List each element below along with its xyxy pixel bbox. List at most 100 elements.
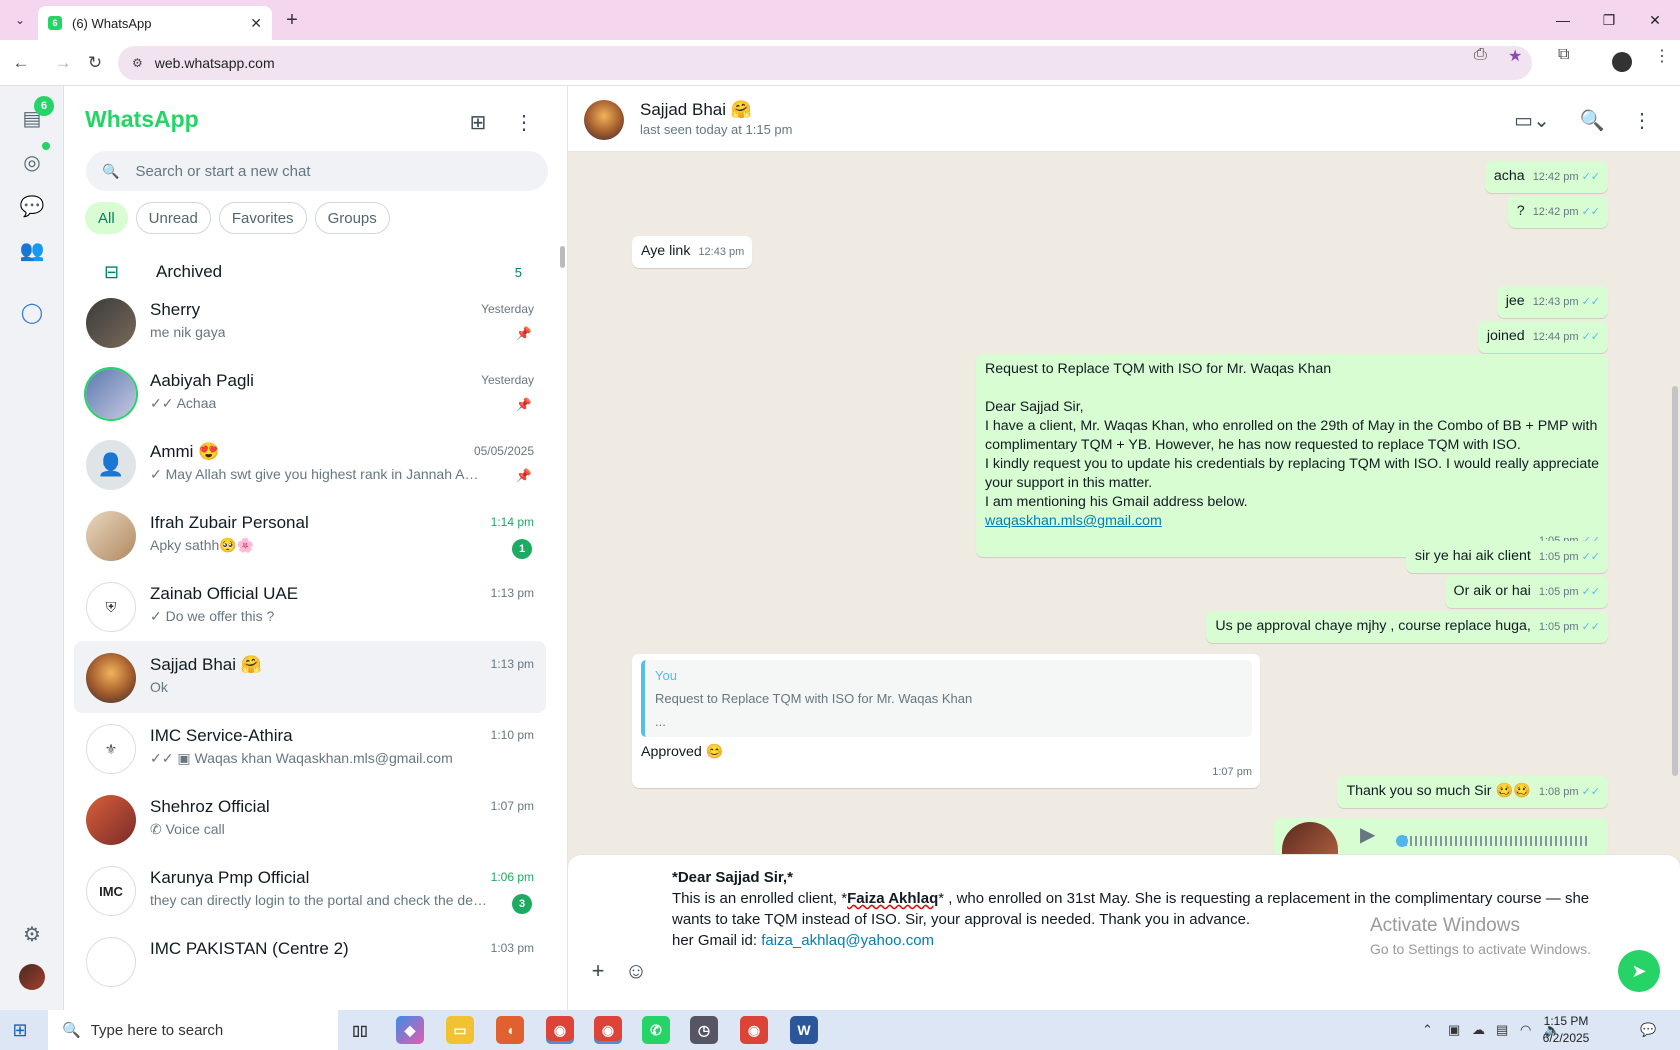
chat-item[interactable]: ⚜ IMC Service-Athira 1:10 pm ✓✓ ▣ Waqas … xyxy=(74,712,546,784)
email-link[interactable]: waqaskhan.mls@gmail.com xyxy=(985,513,1162,529)
chat-item[interactable]: Ifrah Zubair Personal 1:14 pm Apky sathh… xyxy=(74,499,546,571)
filter-favorites[interactable]: Favorites xyxy=(218,202,307,234)
new-tab-button[interactable]: + xyxy=(280,8,304,32)
chat-item[interactable]: IMC PAKISTAN (Centre 2) 1:03 pm xyxy=(74,925,546,997)
window-maximize-button[interactable]: ❐ xyxy=(1586,6,1632,34)
voice-waveform[interactable] xyxy=(1400,836,1590,846)
chrome-icon[interactable]: ◉ xyxy=(594,1016,622,1044)
chat-item[interactable]: ⛨ Zainab Official UAE 1:13 pm ✓ Do we of… xyxy=(74,570,546,642)
new-chat-icon[interactable]: ⊞ xyxy=(464,108,492,136)
notifications-icon[interactable]: 💬 xyxy=(1640,1022,1656,1038)
file-explorer-icon[interactable]: ▭ xyxy=(446,1016,474,1044)
tab-search-chevron-icon[interactable]: ⌄ xyxy=(8,8,32,32)
message-out[interactable]: ? 12:42 pm ✓✓ xyxy=(1507,196,1608,228)
message-out[interactable]: acha 12:42 pm ✓✓ xyxy=(1484,161,1608,193)
tray-app-icon[interactable]: ▤ xyxy=(1496,1022,1508,1038)
site-info-icon[interactable]: ⚙ xyxy=(132,56,143,70)
tray-chevron-icon[interactable]: ⌃ xyxy=(1422,1022,1433,1038)
clock-app-icon[interactable]: ◷ xyxy=(690,1016,718,1044)
communities-icon[interactable]: 👥 xyxy=(16,234,48,266)
message-out-long[interactable]: Request to Replace TQM with ISO for Mr. … xyxy=(976,354,1608,557)
url-field[interactable]: ⚙ web.whatsapp.com xyxy=(118,46,1532,80)
chats-unread-badge: 6 xyxy=(34,96,54,116)
contact-name[interactable]: Sajjad Bhai 🤗 xyxy=(640,100,752,120)
status-new-dot xyxy=(42,142,50,150)
chat-name: Ammi 😍 xyxy=(150,442,220,461)
copilot-icon[interactable]: ◆ xyxy=(396,1016,424,1044)
settings-icon[interactable]: ⚙ xyxy=(16,918,48,950)
window-close-button[interactable]: ✕ xyxy=(1632,6,1678,34)
chat-item[interactable]: IMC Karunya Pmp Official 1:06 pm they ca… xyxy=(74,854,546,926)
search-input[interactable]: 🔍 Search or start a new chat xyxy=(86,151,548,191)
chat-item-selected[interactable]: Sajjad Bhai 🤗 1:13 pm Ok xyxy=(74,641,546,713)
install-app-icon[interactable]: ⎙ xyxy=(1474,46,1487,64)
message-in-reply[interactable]: You Request to Replace TQM with ISO for … xyxy=(632,654,1260,788)
message-out[interactable]: Thank you so much Sir 🥴🥴 1:08 pm ✓✓ xyxy=(1337,776,1608,808)
back-button[interactable]: ← xyxy=(8,50,34,76)
play-icon[interactable]: ▶ xyxy=(1360,825,1375,845)
menu-icon[interactable]: ⋮ xyxy=(1628,106,1656,134)
filter-all[interactable]: All xyxy=(85,202,128,234)
filter-chips: All Unread Favorites Groups xyxy=(85,202,390,234)
quoted-message[interactable]: You Request to Replace TQM with ISO for … xyxy=(641,660,1252,737)
search-icon: 🔍 xyxy=(102,162,120,179)
whatsapp-icon[interactable]: ✆ xyxy=(642,1016,670,1044)
profile-avatar[interactable] xyxy=(1612,52,1632,72)
message-out[interactable]: sir ye hai aik client 1:05 pm ✓✓ xyxy=(1405,541,1608,573)
app-icon[interactable]: ◖ xyxy=(496,1016,524,1044)
chat-item[interactable]: Aabiyah Pagli Yesterday ✓✓ Achaa 📌 xyxy=(74,357,546,429)
filter-unread[interactable]: Unread xyxy=(135,202,211,234)
browser-menu-icon[interactable]: ⋮ xyxy=(1654,46,1670,66)
message-line: I have a client, Mr. Waqas Khan, who enr… xyxy=(985,418,1598,453)
windows-start-icon[interactable]: ⊞ xyxy=(10,1020,30,1040)
send-button[interactable]: ➤ xyxy=(1618,950,1660,992)
chrome-icon[interactable]: ◉ xyxy=(740,1016,768,1044)
word-icon[interactable]: W xyxy=(790,1016,818,1044)
menu-icon[interactable]: ⋮ xyxy=(510,108,538,136)
message-out[interactable]: jee 12:43 pm ✓✓ xyxy=(1496,286,1608,318)
contact-avatar[interactable] xyxy=(584,100,624,140)
channels-icon[interactable]: 💬 xyxy=(16,190,48,222)
voice-seek-handle[interactable] xyxy=(1396,835,1408,847)
message-line: I am mentioning his Gmail address below. xyxy=(985,494,1248,510)
message-out[interactable]: joined 12:44 pm ✓✓ xyxy=(1477,321,1608,353)
meta-ai-icon[interactable]: ◯ xyxy=(16,296,48,328)
tray-app-icon[interactable]: ▣ xyxy=(1448,1022,1460,1038)
archived-count: 5 xyxy=(514,264,522,280)
message-out[interactable]: Or aik or hai 1:05 pm ✓✓ xyxy=(1444,576,1608,608)
window-minimize-button[interactable]: — xyxy=(1540,6,1586,34)
search-icon[interactable]: 🔍 xyxy=(1578,106,1606,134)
task-view-icon[interactable]: ▯▯ xyxy=(346,1016,374,1044)
chrome-icon[interactable]: ◉ xyxy=(546,1016,574,1044)
reload-button[interactable]: ↻ xyxy=(82,50,108,76)
sticker-icon[interactable]: ☺ xyxy=(620,955,652,987)
voice-message[interactable]: ▶ xyxy=(1274,818,1608,862)
chat-time: 1:13 pm xyxy=(490,586,534,600)
extensions-icon[interactable]: ⧉ xyxy=(1558,46,1569,64)
chat-item[interactable]: 👤 Ammi 😍 05/05/2025 ✓ May Allah swt give… xyxy=(74,428,546,500)
tab-close-icon[interactable]: ✕ xyxy=(250,15,262,32)
address-bar: ← → ↻ ⚙ web.whatsapp.com ⎙ ★ ⧉ ⋮ xyxy=(0,40,1680,86)
attach-plus-icon[interactable]: + xyxy=(582,955,614,987)
forward-button[interactable]: → xyxy=(50,50,76,76)
chat-item[interactable]: Shehroz Official 1:07 pm ✆ Voice call xyxy=(74,783,546,855)
video-call-icon[interactable]: ▭⌄ xyxy=(1508,106,1556,134)
status-icon[interactable]: ◎ xyxy=(16,146,48,178)
chat-time: Yesterday xyxy=(481,302,534,316)
message-out[interactable]: Us pe approval chaye mjhy , course repla… xyxy=(1206,611,1608,643)
profile-avatar[interactable] xyxy=(19,964,45,990)
message-input[interactable]: *Dear Sajjad Sir,* This is an enrolled c… xyxy=(672,867,1592,951)
conversation-panel: Sajjad Bhai 🤗 last seen today at 1:15 pm… xyxy=(568,86,1680,1010)
message-in[interactable]: Aye link 12:43 pm xyxy=(632,236,753,268)
onedrive-icon[interactable]: ☁ xyxy=(1472,1022,1485,1038)
bookmark-star-icon[interactable]: ★ xyxy=(1508,46,1522,66)
taskbar-search[interactable]: 🔍 Type here to search xyxy=(48,1010,338,1050)
conversation-header[interactable]: Sajjad Bhai 🤗 last seen today at 1:15 pm… xyxy=(568,86,1680,152)
chat-list-scrollbar[interactable] xyxy=(560,246,565,268)
browser-tab[interactable]: 6 (6) WhatsApp ✕ xyxy=(38,6,272,40)
taskbar-clock[interactable]: 1:15 PM 6/2/2025 xyxy=(1528,1013,1604,1047)
chat-item[interactable]: Sherry Yesterday me nik gaya 📌 xyxy=(74,286,546,358)
filter-groups[interactable]: Groups xyxy=(314,202,390,234)
conversation-scrollbar[interactable] xyxy=(1672,386,1678,776)
